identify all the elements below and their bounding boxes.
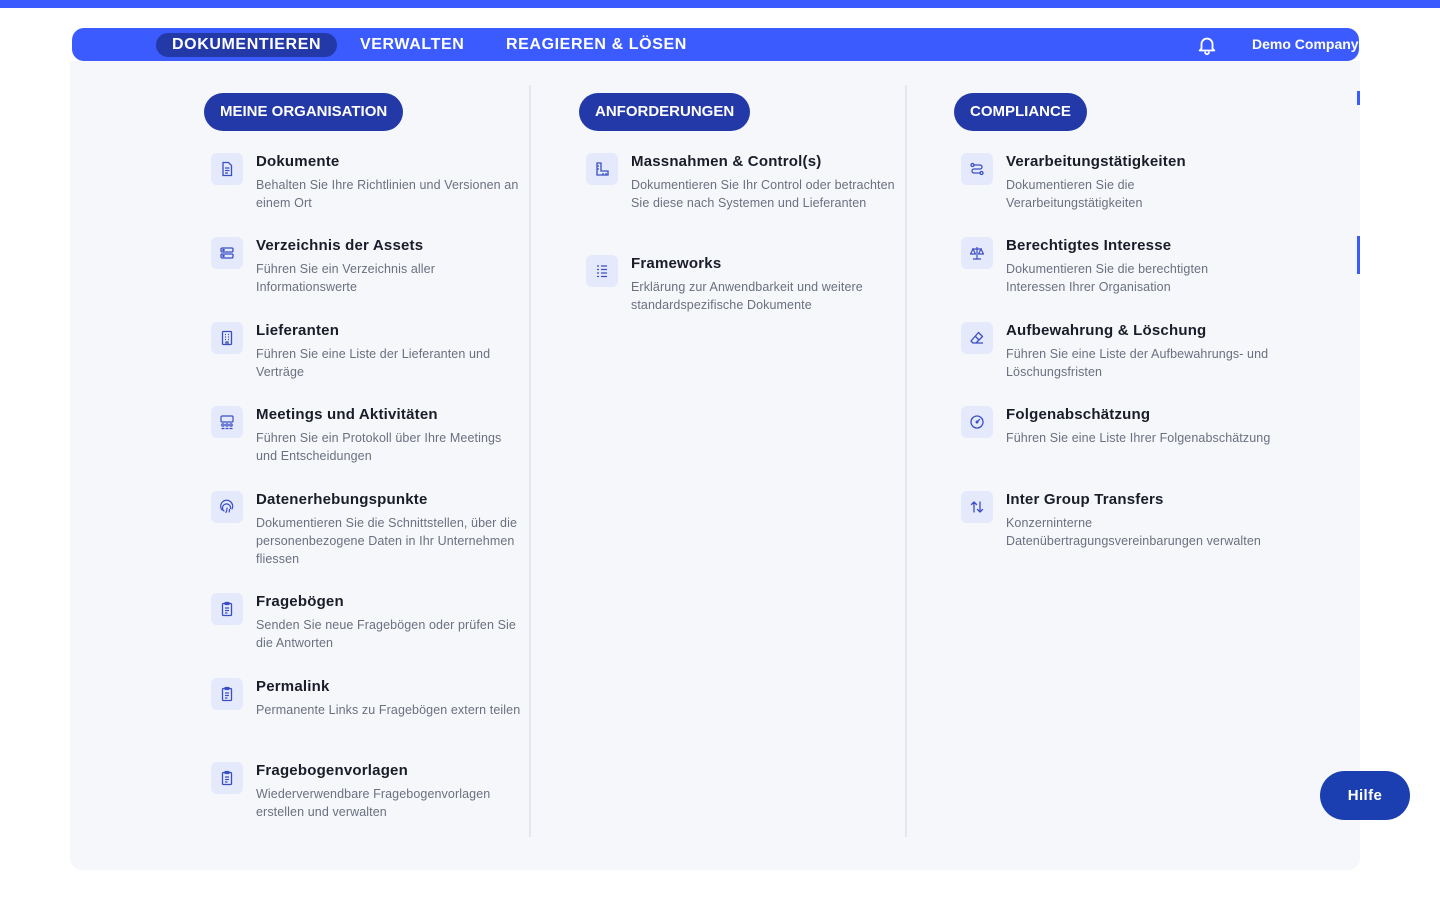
- server-icon: [211, 237, 243, 269]
- clipboard-icon: [211, 593, 243, 625]
- bell-icon[interactable]: [1196, 34, 1218, 56]
- document-icon: [211, 153, 243, 185]
- building-icon: [211, 322, 243, 354]
- column-divider: [905, 85, 907, 837]
- transfer-icon: [961, 491, 993, 523]
- gear-icon[interactable]: [1397, 36, 1415, 54]
- main-navbar: DOKUMENTIEREN VERWALTEN REAGIEREN & LÖSE…: [72, 28, 1413, 61]
- list-icon: [586, 255, 618, 287]
- scroll-indicator: [1357, 91, 1360, 105]
- clipboard-icon: [211, 762, 243, 794]
- column-divider: [529, 85, 531, 837]
- meeting-icon: [211, 406, 243, 438]
- fingerprint-icon: [211, 491, 243, 523]
- eraser-icon: [961, 322, 993, 354]
- route-icon: [961, 153, 993, 185]
- section-heading-compliance: COMPLIANCE: [954, 93, 1087, 131]
- gauge-icon: [961, 406, 993, 438]
- company-switcher[interactable]: Demo Company: [1252, 36, 1359, 52]
- clipboard-icon: [211, 678, 243, 710]
- mega-menu-panel: MEINE ORGANISATION Dokumente Behalten Si…: [70, 61, 1360, 870]
- tab-reagieren-loesen[interactable]: REAGIEREN & LÖSEN: [490, 33, 703, 57]
- scroll-indicator: [1357, 236, 1360, 274]
- help-button[interactable]: Hilfe: [1320, 771, 1410, 820]
- section-heading-anforderungen: ANFORDERUNGEN: [579, 93, 751, 131]
- tab-verwalten[interactable]: VERWALTEN: [344, 33, 480, 57]
- scale-icon: [961, 237, 993, 269]
- tab-dokumentieren[interactable]: DOKUMENTIEREN: [156, 33, 338, 57]
- section-heading-meine-organisation: MEINE ORGANISATION: [204, 93, 404, 131]
- top-accent-bar: [0, 0, 1440, 8]
- ruler-icon: [586, 153, 618, 185]
